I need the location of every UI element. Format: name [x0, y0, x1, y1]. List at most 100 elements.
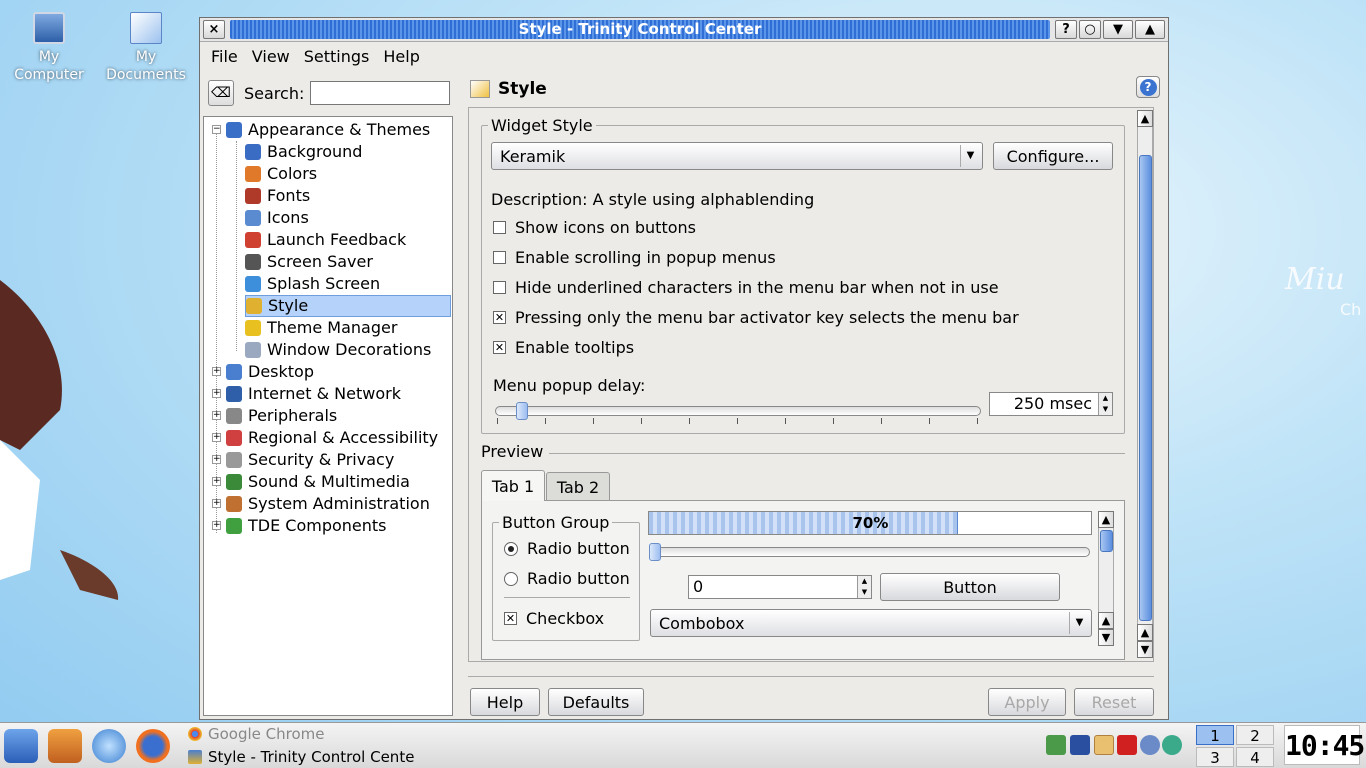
konqueror-icon[interactable]: [92, 729, 126, 763]
klipper-tray-icon[interactable]: [1094, 735, 1114, 755]
tab-1[interactable]: Tab 1: [481, 470, 545, 501]
maximize-button[interactable]: ▲: [1135, 20, 1165, 39]
preview-scrollbar[interactable]: ▲ ▲ ▼: [1098, 511, 1114, 647]
menu-view[interactable]: View: [245, 47, 297, 66]
preview-slider[interactable]: [649, 543, 1090, 561]
title-bar[interactable]: × Style - Trinity Control Center ? ○ ▼ ▲: [200, 18, 1168, 42]
help-button-bottom[interactable]: Help: [470, 688, 540, 716]
slider-tick: [545, 418, 546, 424]
radio-button-1[interactable]: Radio button: [504, 539, 630, 558]
tree-item[interactable]: Background: [245, 141, 362, 163]
display-tray-icon[interactable]: [1070, 735, 1090, 755]
vertical-scrollbar[interactable]: ▲ ▲ ▼: [1137, 110, 1153, 658]
expand-toggle-icon[interactable]: −: [212, 125, 221, 134]
tree-item[interactable]: Window Decorations: [245, 339, 431, 361]
desktop-1[interactable]: 1: [1196, 725, 1234, 745]
desktop-2[interactable]: 2: [1236, 725, 1274, 745]
menu-help[interactable]: Help: [376, 47, 426, 66]
checkbox[interactable]: ✕ Checkbox: [504, 609, 604, 628]
menu-file[interactable]: File: [204, 47, 245, 66]
tree-item[interactable]: Theme Manager: [245, 317, 397, 339]
tab-2[interactable]: Tab 2: [546, 472, 610, 502]
tree-item[interactable]: Screen Saver: [245, 251, 373, 273]
desktop-3[interactable]: 3: [1196, 747, 1234, 767]
tree-item[interactable]: Peripherals: [226, 405, 337, 427]
configure-button[interactable]: Configure...: [993, 142, 1113, 170]
desktop-icon-my-computer[interactable]: My Computer: [4, 12, 94, 84]
expand-toggle-icon[interactable]: +: [212, 367, 221, 376]
menu-popup-delay-spinbox[interactable]: 250 msec ▲ ▼: [989, 392, 1113, 416]
tree-item[interactable]: Sound & Multimedia: [226, 471, 410, 493]
minimize-button[interactable]: ▼: [1103, 20, 1133, 39]
scroll-up-icon[interactable]: ▲: [1137, 624, 1153, 641]
radio-button-2[interactable]: Radio button: [504, 569, 630, 588]
tree-item[interactable]: Launch Feedback: [245, 229, 406, 251]
close-button[interactable]: ×: [203, 20, 225, 39]
reset-button[interactable]: Reset: [1074, 688, 1154, 716]
preview-button[interactable]: Button: [880, 573, 1060, 601]
expand-toggle-icon[interactable]: +: [212, 521, 221, 530]
clock[interactable]: 10:45: [1284, 725, 1365, 765]
option-checkbox[interactable]: Show icons on buttons: [493, 218, 696, 237]
expand-toggle-icon[interactable]: +: [212, 389, 221, 398]
expand-toggle-icon[interactable]: +: [212, 433, 221, 442]
slider-handle[interactable]: [516, 402, 528, 420]
expand-toggle-icon[interactable]: +: [212, 477, 221, 486]
notification-tray-icon[interactable]: [1117, 735, 1137, 755]
expand-toggle-icon[interactable]: +: [212, 499, 221, 508]
slider-handle[interactable]: [649, 543, 661, 561]
option-checkbox[interactable]: Enable scrolling in popup menus: [493, 248, 776, 267]
search-input[interactable]: [310, 81, 451, 105]
tree-item[interactable]: Colors: [245, 163, 317, 185]
security-tray-icon[interactable]: [1140, 735, 1160, 755]
firefox-icon[interactable]: [136, 729, 170, 763]
preview-combobox[interactable]: Combobox ▼: [650, 609, 1092, 637]
clear-search-button[interactable]: ⌫: [208, 80, 234, 106]
scrollbar-thumb[interactable]: [1100, 530, 1113, 552]
update-tray-icon[interactable]: [1162, 735, 1182, 755]
spin-arrows-icon[interactable]: ▲ ▼: [1098, 393, 1112, 415]
expand-toggle-icon[interactable]: +: [212, 411, 221, 420]
home-icon[interactable]: [48, 729, 82, 763]
defaults-button[interactable]: Defaults: [548, 688, 644, 716]
spin-arrows-icon[interactable]: ▲ ▼: [857, 576, 871, 598]
tree-item[interactable]: Desktop: [226, 361, 314, 383]
pane-splitter[interactable]: [454, 74, 460, 717]
trinity-menu-icon[interactable]: [4, 729, 38, 763]
task-style-control-center[interactable]: Style - Trinity Control Cente: [188, 748, 414, 766]
scroll-up-icon[interactable]: ▲: [1098, 511, 1114, 528]
tree-item[interactable]: Security & Privacy: [226, 449, 394, 471]
help-icon-button[interactable]: ?: [1136, 76, 1160, 98]
tree-item[interactable]: Internet & Network: [226, 383, 401, 405]
tree-item[interactable]: Style: [245, 295, 451, 317]
tree-item[interactable]: Fonts: [245, 185, 310, 207]
apply-button[interactable]: Apply: [988, 688, 1066, 716]
scroll-down-icon[interactable]: ▼: [1098, 629, 1114, 646]
task-google-chrome[interactable]: Google Chrome: [188, 725, 325, 743]
scrollbar-track[interactable]: [1098, 528, 1114, 612]
desktop-4[interactable]: 4: [1236, 747, 1274, 767]
tree-item[interactable]: Splash Screen: [245, 273, 380, 295]
option-checkbox[interactable]: Hide underlined characters in the menu b…: [493, 278, 999, 297]
menu-popup-delay-slider[interactable]: [495, 402, 981, 420]
preview-spinbox[interactable]: 0 ▲ ▼: [688, 575, 872, 599]
menu-settings[interactable]: Settings: [297, 47, 377, 66]
expand-toggle-icon[interactable]: +: [212, 455, 221, 464]
desktop-icon-my-documents[interactable]: My Documents: [101, 12, 191, 84]
tree-item[interactable]: TDE Components: [226, 515, 387, 537]
tree-item[interactable]: System Administration: [226, 493, 430, 515]
scroll-down-icon[interactable]: ▼: [1137, 641, 1153, 658]
widget-style-combobox[interactable]: Keramik ▼: [491, 142, 983, 170]
tree-item[interactable]: Regional & Accessibility: [226, 427, 438, 449]
tree-item[interactable]: Appearance & Themes: [226, 119, 430, 141]
scroll-up-icon[interactable]: ▲: [1137, 110, 1153, 127]
network-tray-icon[interactable]: [1046, 735, 1066, 755]
tree-item[interactable]: Icons: [245, 207, 309, 229]
scrollbar-track[interactable]: [1137, 127, 1153, 624]
scrollbar-thumb[interactable]: [1139, 155, 1152, 621]
scroll-up-icon[interactable]: ▲: [1098, 612, 1114, 629]
help-button[interactable]: ?: [1055, 20, 1077, 39]
option-checkbox[interactable]: ✕ Enable tooltips: [493, 338, 634, 357]
sticky-button[interactable]: ○: [1079, 20, 1101, 39]
option-checkbox[interactable]: ✕ Pressing only the menu bar activator ke…: [493, 308, 1019, 327]
